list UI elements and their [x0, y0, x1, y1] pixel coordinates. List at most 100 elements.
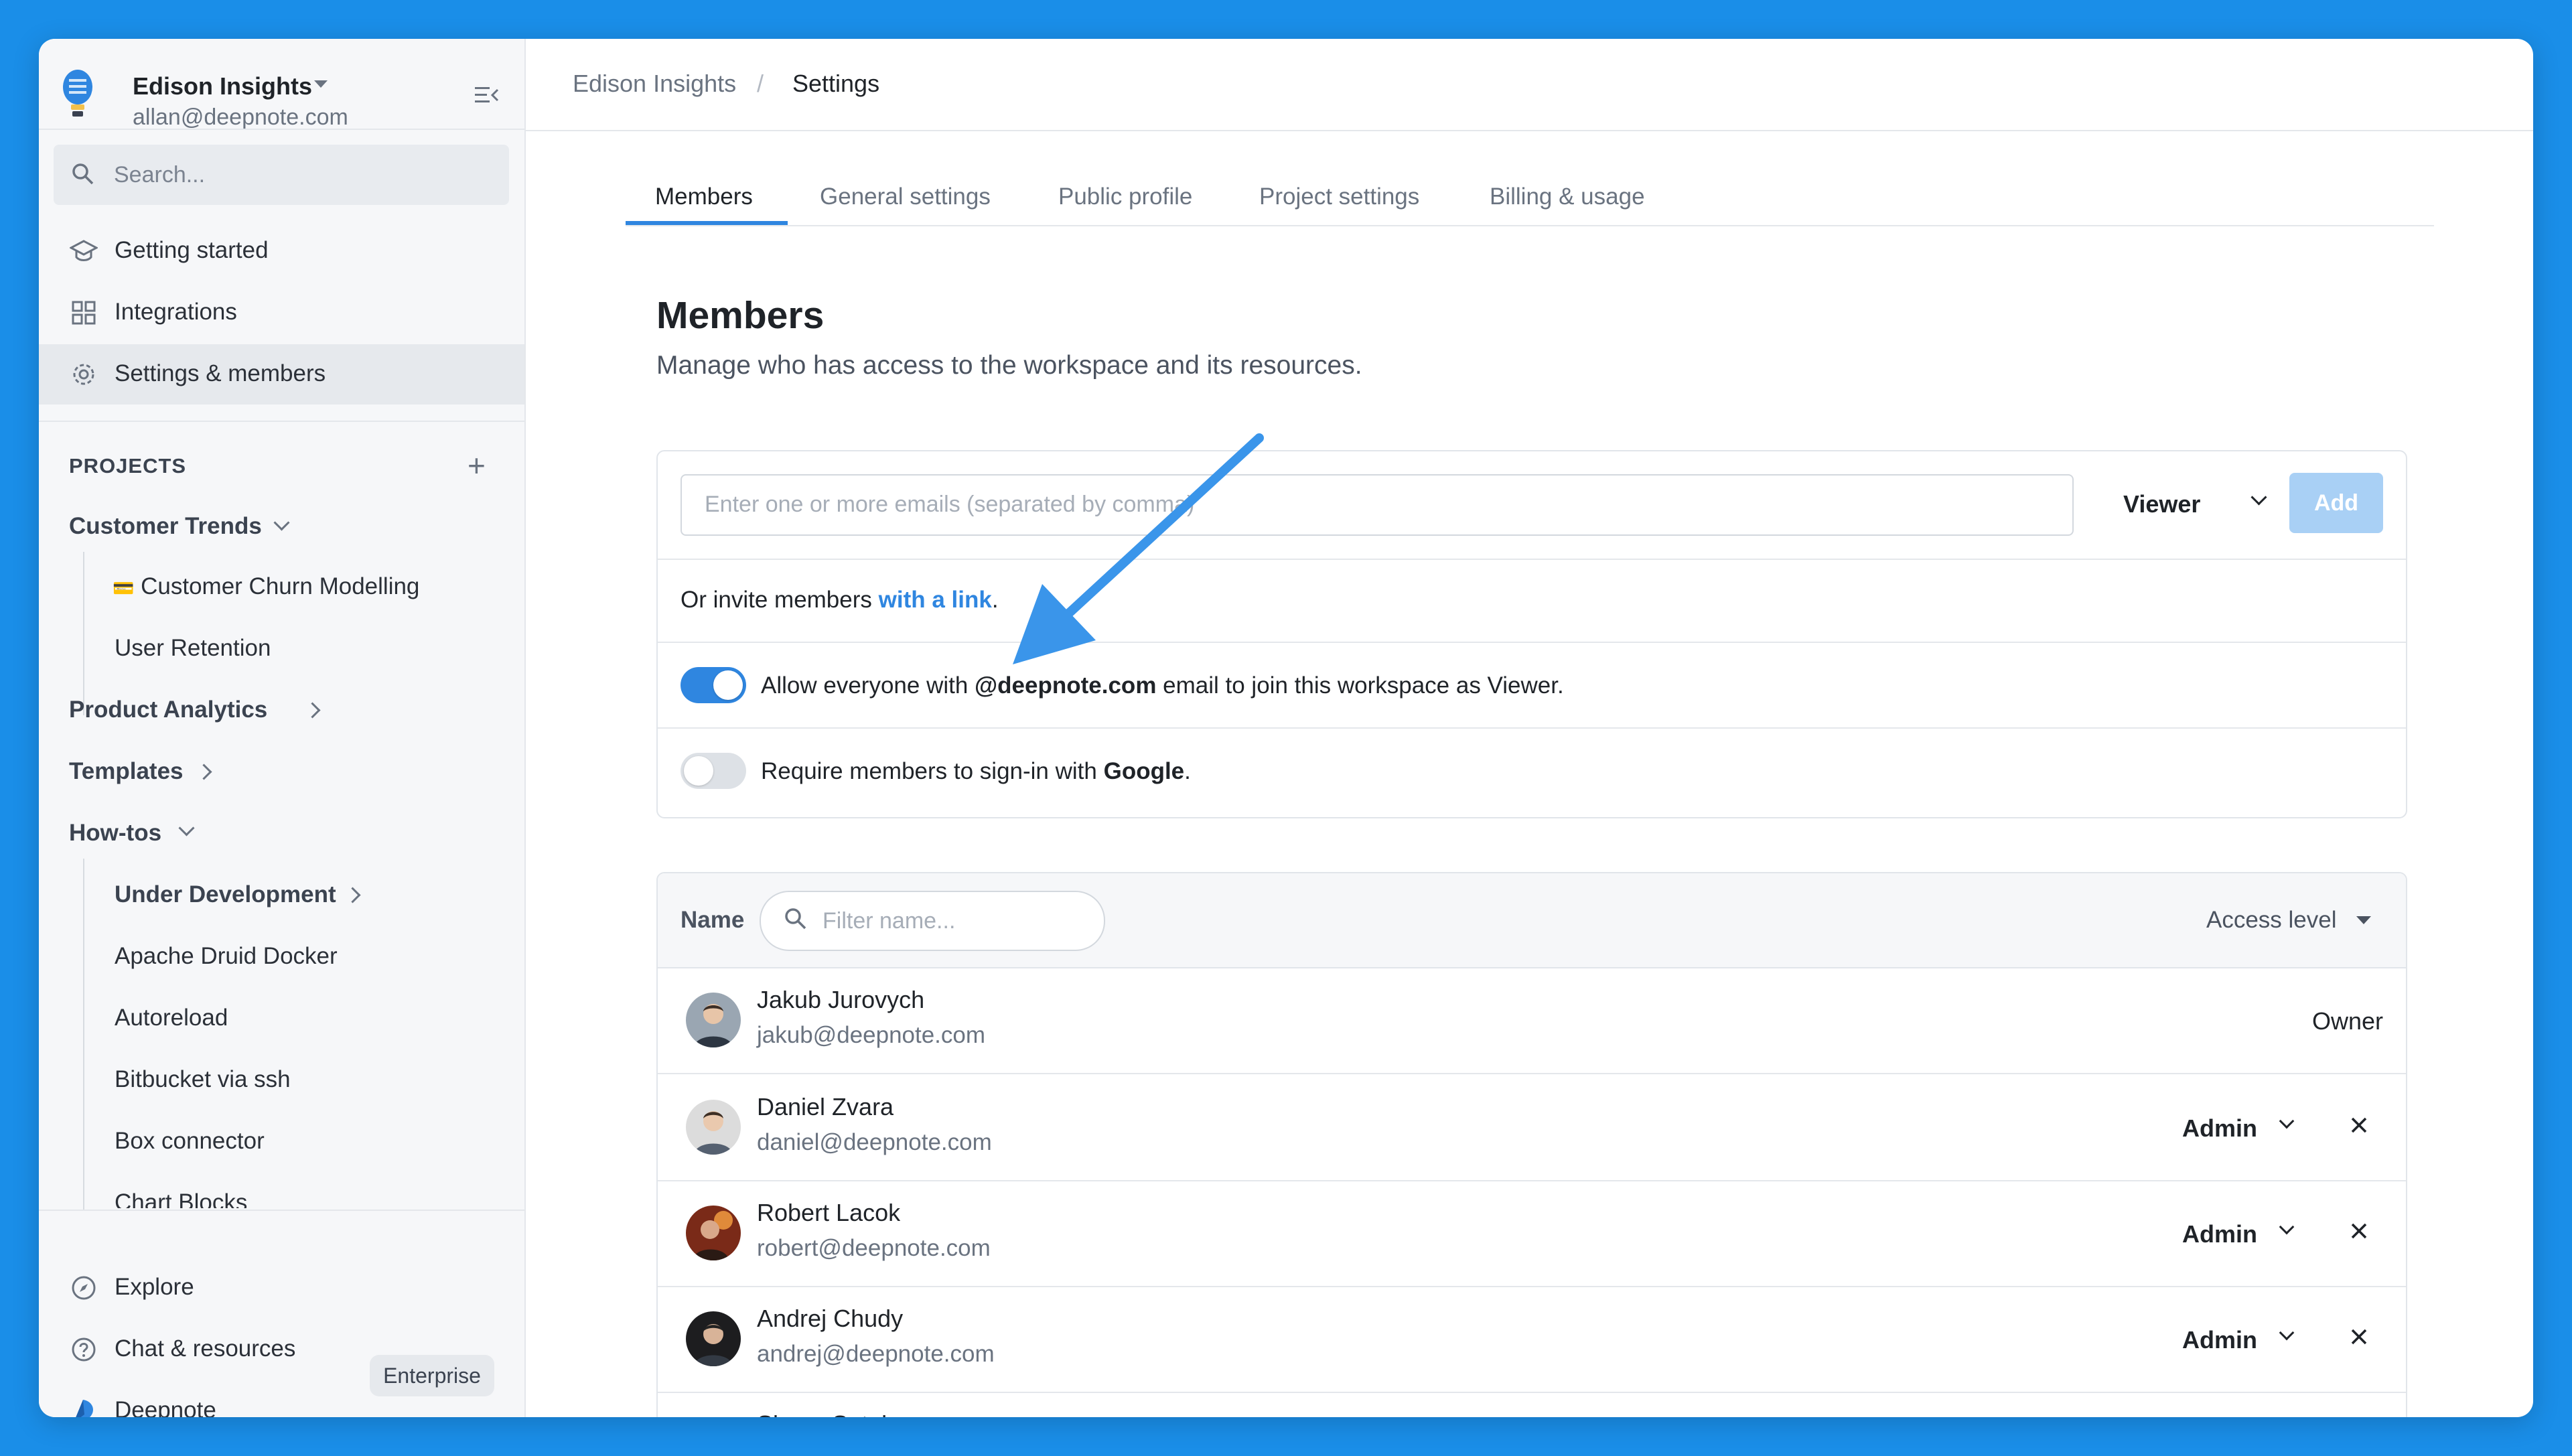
chevron-down-icon[interactable]	[178, 820, 195, 836]
allow-domain-suffix: email to join this workspace as Viewer.	[1156, 672, 1564, 699]
remove-member-icon[interactable]	[2346, 1323, 2372, 1350]
avatar	[686, 1206, 741, 1260]
graduation-cap-icon	[70, 240, 98, 261]
remove-member-icon[interactable]	[2346, 1218, 2372, 1244]
member-name: Robert Lacok	[757, 1199, 901, 1226]
notebook-apache-druid-docker[interactable]: Apache Druid Docker	[115, 943, 338, 970]
member-role-select[interactable]: Admin	[2182, 1220, 2257, 1248]
project-product-analytics[interactable]: Product Analytics	[69, 697, 267, 723]
sidebar-item-label: Explore	[115, 1274, 194, 1300]
notebook-autoreload[interactable]: Autoreload	[115, 1005, 228, 1031]
workspace-email: allan@deepnote.com	[133, 104, 348, 130]
tab-members[interactable]: Members	[655, 184, 753, 210]
settings-tabs: Members General settings Public profile …	[626, 170, 2434, 226]
sidebar: Edison Insights allan@deepnote.com Searc…	[39, 39, 526, 1417]
search-icon	[72, 163, 94, 185]
member-name: Jakub Jurovych	[757, 986, 925, 1013]
sidebar-item-getting-started[interactable]: Getting started	[39, 221, 524, 281]
invite-email-input[interactable]: Enter one or more emails (separated by c…	[681, 474, 2074, 536]
search-placeholder: Search...	[114, 162, 206, 188]
member-role-select[interactable]: Admin	[2182, 1326, 2257, 1354]
member-name: Simon Sotak	[757, 1410, 894, 1417]
notebook-user-retention[interactable]: User Retention	[115, 635, 271, 662]
sidebar-item-integrations[interactable]: Integrations	[39, 283, 524, 343]
tab-general-settings[interactable]: General settings	[820, 184, 991, 210]
member-role: Owner	[2311, 1007, 2383, 1035]
filter-name-input[interactable]: Filter name...	[760, 891, 1105, 951]
chevron-down-icon[interactable]	[2250, 489, 2267, 506]
grid-icon	[72, 301, 96, 325]
invite-link-suffix: .	[991, 587, 999, 613]
invite-link[interactable]: with a link	[879, 587, 992, 613]
notebook-box-connector[interactable]: Box connector	[115, 1128, 265, 1155]
sidebar-search[interactable]: Search...	[54, 145, 509, 205]
filter-placeholder: Filter name...	[823, 908, 956, 934]
project-templates[interactable]: Templates	[69, 758, 184, 785]
tab-project-settings[interactable]: Project settings	[1259, 184, 1419, 210]
require-google-suffix: .	[1184, 758, 1191, 784]
notebook-bitbucket-via-ssh[interactable]: Bitbucket via ssh	[115, 1066, 291, 1093]
app-window: Edison Insights allan@deepnote.com Searc…	[39, 39, 2533, 1417]
notebook-label: Customer Churn Modelling	[141, 573, 420, 599]
sidebar-item-label: Settings & members	[115, 360, 326, 386]
chevron-down-icon[interactable]	[2279, 1325, 2295, 1341]
avatar	[686, 1311, 741, 1366]
credit-card-emoji-icon: 💳	[113, 578, 135, 598]
sidebar-item-label: Getting started	[115, 237, 269, 263]
search-icon	[785, 908, 806, 930]
table-header: Name Filter name... Access level	[658, 873, 2406, 968]
collapse-sidebar-icon[interactable]	[472, 82, 502, 108]
require-google-provider: Google	[1103, 758, 1185, 784]
notebook-customer-churn-modelling[interactable]: 💳 Customer Churn Modelling	[113, 573, 419, 600]
sidebar-item-settings-members[interactable]: Settings & members	[39, 344, 524, 405]
breadcrumb-workspace[interactable]: Edison Insights	[573, 70, 736, 98]
add-project-icon[interactable]: +	[468, 450, 486, 481]
access-level-sort[interactable]: Access level	[2206, 907, 2337, 934]
add-member-button[interactable]: Add	[2289, 473, 2383, 533]
workspace-logo-icon	[63, 70, 92, 117]
require-google-label: Require members to sign-in with Google.	[761, 758, 1191, 785]
caret-down-icon[interactable]	[2356, 916, 2371, 924]
notebook-chart-blocks[interactable]: Chart Blocks	[115, 1189, 247, 1208]
remove-member-icon[interactable]	[2346, 1112, 2372, 1139]
allow-domain-toggle[interactable]	[681, 667, 746, 703]
help-circle-icon	[72, 1337, 96, 1362]
chevron-right-icon[interactable]	[304, 702, 321, 719]
sidebar-item-explore[interactable]: Explore	[39, 1258, 524, 1318]
tab-public-profile[interactable]: Public profile	[1058, 184, 1192, 210]
workspace-switcher[interactable]: Edison Insights allan@deepnote.com	[58, 59, 506, 133]
member-name: Daniel Zvara	[757, 1093, 894, 1120]
require-google-prefix: Require members to sign-in with	[761, 758, 1104, 784]
invite-role-select[interactable]: Viewer	[2123, 490, 2200, 518]
workspace-name: Edison Insights	[133, 72, 313, 100]
invite-link-text: Or invite members with a link.	[681, 587, 999, 613]
project-customer-trends[interactable]: Customer Trends	[69, 513, 262, 540]
page-subtitle: Manage who has access to the workspace a…	[656, 351, 1362, 380]
member-name: Andrej Chudy	[757, 1305, 904, 1332]
folder-under-development[interactable]: Under Development	[115, 881, 336, 908]
project-how-tos[interactable]: How-tos	[69, 820, 161, 847]
sidebar-item-label: Chat & resources	[115, 1335, 296, 1362]
table-row: Andrej Chudy andrej@deepnote.com Admin	[658, 1286, 2406, 1393]
chevron-down-icon[interactable]	[2279, 1219, 2295, 1235]
tab-billing-usage[interactable]: Billing & usage	[1490, 184, 1645, 210]
members-table: Name Filter name... Access level Jakub J…	[656, 872, 2407, 1417]
breadcrumb-current: Settings	[792, 70, 880, 97]
member-role-select[interactable]: Admin	[2182, 1114, 2257, 1143]
member-email: daniel@deepnote.com	[757, 1129, 992, 1155]
tree-line	[83, 552, 84, 715]
table-row: Jakub Jurovych jakub@deepnote.com Owner	[658, 967, 2406, 1074]
divider	[39, 1210, 524, 1211]
invite-email-placeholder: Enter one or more emails (separated by c…	[705, 492, 1195, 517]
compass-icon	[72, 1276, 96, 1300]
chevron-right-icon[interactable]	[344, 887, 361, 903]
chevron-right-icon[interactable]	[196, 763, 212, 780]
breadcrumb-separator: /	[757, 70, 764, 97]
chevron-down-icon[interactable]	[2279, 1113, 2295, 1129]
tree-line	[83, 859, 84, 1210]
sidebar-item-label: Deepnote	[115, 1397, 216, 1417]
member-email: robert@deepnote.com	[757, 1235, 991, 1261]
require-google-toggle[interactable]	[681, 753, 746, 789]
chevron-down-icon[interactable]	[273, 514, 290, 531]
invite-card: Enter one or more emails (separated by c…	[656, 450, 2407, 818]
